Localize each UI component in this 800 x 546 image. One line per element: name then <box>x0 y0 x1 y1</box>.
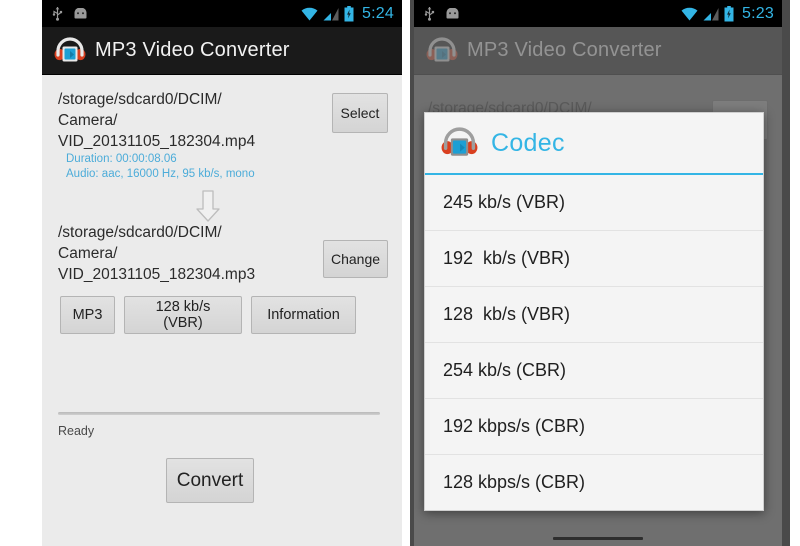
status-bar-right-icons: 5:23 <box>681 5 774 23</box>
action-bar-dimmed-wrapper: MP3 Video Converter <box>414 27 782 75</box>
convert-row: Convert <box>58 458 362 503</box>
right-phone-screen: 5:23 MP3 Video Converter /storage/sdcard… <box>414 0 782 546</box>
list-item[interactable]: 254 kb/s (CBR) <box>425 343 763 399</box>
usb-icon <box>424 6 435 21</box>
status-bar-left-icons <box>424 6 461 21</box>
duration-info: Duration: 00:00:08.06 <box>66 153 177 165</box>
codec-option-list: 245 kb/s (VBR) 192 kb/s (VBR) 128 kb/s (… <box>425 175 763 510</box>
signal-icon <box>323 7 339 21</box>
format-button[interactable]: MP3 <box>60 296 115 334</box>
arrow-down-icon <box>195 190 221 222</box>
status-bar-right-icons: 5:24 <box>301 5 394 23</box>
conversion-arrow <box>58 190 358 222</box>
status-bar-left-icons <box>52 6 89 21</box>
battery-icon <box>724 5 734 22</box>
app-headphones-icon <box>54 36 86 65</box>
audio-info: Audio: aac, 16000 Hz, 95 kb/s, mono <box>66 168 255 180</box>
progress-bar <box>58 412 380 415</box>
list-item[interactable]: 192 kb/s (VBR) <box>425 231 763 287</box>
left-phone-screenshot: 5:24 MP3 Video Converter /storage/sdcard… <box>0 0 402 546</box>
change-button[interactable]: Change <box>323 240 388 278</box>
status-bar-clock: 5:24 <box>362 4 394 22</box>
android-icon <box>72 7 89 20</box>
options-row: MP3 128 kb/s (VBR) Information <box>60 296 388 334</box>
wifi-icon <box>301 7 318 21</box>
app-headphones-icon <box>441 126 478 160</box>
battery-icon <box>344 5 354 22</box>
information-button[interactable]: Information <box>251 296 356 334</box>
dialog-header: Codec <box>425 113 763 175</box>
output-file-row: /storage/sdcard0/DCIM/ Camera/ VID_20131… <box>58 222 388 285</box>
list-item[interactable]: 245 kb/s (VBR) <box>425 175 763 231</box>
source-file-path: /storage/sdcard0/DCIM/ Camera/ VID_20131… <box>58 91 256 150</box>
list-item[interactable]: 192 kbps/s (CBR) <box>425 399 763 455</box>
bitrate-button[interactable]: 128 kb/s (VBR) <box>124 296 242 334</box>
output-file-path: /storage/sdcard0/DCIM/ Camera/ VID_20131… <box>58 224 256 283</box>
status-label: Ready <box>58 424 95 438</box>
wifi-icon <box>681 7 698 21</box>
android-icon <box>444 7 461 20</box>
select-button[interactable]: Select <box>332 93 388 133</box>
action-bar: MP3 Video Converter <box>42 27 402 75</box>
app-headphones-icon <box>426 36 458 65</box>
dialog-title: Codec <box>491 128 565 157</box>
main-content: /storage/sdcard0/DCIM/ Camera/ VID_20131… <box>42 75 402 545</box>
status-bar-clock: 5:23 <box>742 4 774 22</box>
list-item[interactable]: 128 kb/s (VBR) <box>425 287 763 343</box>
action-bar: MP3 Video Converter <box>414 27 782 75</box>
usb-icon <box>52 6 63 21</box>
app-title: MP3 Video Converter <box>95 39 290 61</box>
navigation-bar-hint <box>553 537 643 540</box>
codec-dialog: Codec 245 kb/s (VBR) 192 kb/s (VBR) 128 … <box>424 112 764 511</box>
right-phone-screenshot: 5:23 MP3 Video Converter /storage/sdcard… <box>402 0 800 546</box>
app-title: MP3 Video Converter <box>467 39 662 61</box>
left-phone-screen: 5:24 MP3 Video Converter /storage/sdcard… <box>42 0 402 546</box>
convert-button[interactable]: Convert <box>166 458 254 503</box>
source-file-row: /storage/sdcard0/DCIM/ Camera/ VID_20131… <box>58 89 388 152</box>
status-bar: 5:24 <box>42 0 402 27</box>
status-bar: 5:23 <box>414 0 782 27</box>
list-item[interactable]: 128 kbps/s (CBR) <box>425 455 763 510</box>
signal-icon <box>703 7 719 21</box>
